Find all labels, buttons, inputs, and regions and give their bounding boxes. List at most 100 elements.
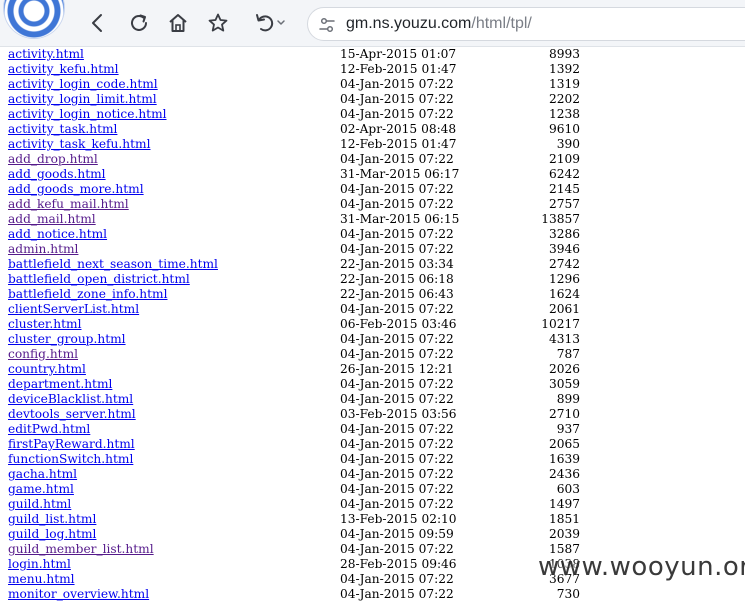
file-link[interactable]: activity_task.html [8, 122, 117, 137]
tune-icon[interactable] [318, 16, 336, 34]
file-link[interactable]: cluster_group.html [8, 332, 126, 347]
table-row: gacha.html 04-Jan-2015 07:22 2436 [8, 467, 745, 482]
file-link[interactable]: department.html [8, 377, 112, 392]
table-row: add_goods.html 31-Mar-2015 06:17 6242 [8, 167, 745, 182]
file-size: 2061 [548, 302, 580, 316]
file-modified-date: 04-Jan-2015 07:22 [340, 227, 454, 241]
favorite-button[interactable] [206, 11, 230, 35]
url-text[interactable]: gm.ns.youzu.com/html/tpl/ [346, 15, 532, 33]
file-modified-date: 04-Jan-2015 07:22 [340, 377, 454, 391]
file-size: 1624 [548, 287, 580, 301]
table-row: activity_login_limit.html 04-Jan-2015 07:… [8, 92, 745, 107]
file-link[interactable]: activity_task_kefu.html [8, 137, 150, 152]
file-link[interactable]: login.html [8, 557, 71, 572]
file-listing: activity.html 15-Apr-2015 01:07 8993 activi… [8, 47, 745, 602]
file-size: 1639 [548, 452, 580, 466]
file-modified-date: 04-Jan-2015 07:22 [340, 452, 454, 466]
file-link[interactable]: add_notice.html [8, 227, 107, 242]
file-link[interactable]: gacha.html [8, 467, 77, 482]
url-host: gm.ns.youzu.com [346, 15, 472, 32]
table-row: activity.html 15-Apr-2015 01:07 8993 [8, 47, 745, 62]
file-link[interactable]: battlefield_open_district.html [8, 272, 190, 287]
file-modified-date: 04-Jan-2015 07:22 [340, 422, 454, 436]
undo-button[interactable] [253, 11, 289, 35]
file-link[interactable]: cluster.html [8, 317, 82, 332]
file-link[interactable]: battlefield_next_season_time.html [8, 257, 218, 272]
file-modified-date: 04-Jan-2015 07:22 [340, 497, 454, 511]
watermark-text: www.wooyun.org [538, 552, 745, 582]
file-size: 2026 [548, 362, 580, 376]
file-link[interactable]: clientServerList.html [8, 302, 139, 317]
file-modified-date: 26-Jan-2015 12:21 [340, 362, 454, 376]
file-link[interactable]: battlefield_zone_info.html [8, 287, 167, 302]
file-link[interactable]: add_drop.html [8, 152, 98, 167]
reload-button[interactable] [127, 11, 151, 35]
address-bar[interactable]: gm.ns.youzu.com/html/tpl/ [307, 7, 745, 41]
file-modified-date: 04-Jan-2015 07:22 [340, 347, 454, 361]
file-size: 4313 [548, 332, 580, 346]
file-modified-date: 04-Jan-2015 09:59 [340, 527, 454, 541]
file-modified-date: 04-Jan-2015 07:22 [340, 152, 454, 166]
file-link[interactable]: add_kefu_mail.html [8, 197, 129, 212]
table-row: guild.html 04-Jan-2015 07:22 1497 [8, 497, 745, 512]
file-size: 2710 [548, 407, 580, 421]
file-link[interactable]: activity_login_code.html [8, 77, 158, 92]
file-size: 3059 [548, 377, 580, 391]
star-icon [208, 13, 228, 32]
file-link[interactable]: add_mail.html [8, 212, 96, 227]
file-size: 1851 [548, 512, 580, 526]
file-size: 2039 [548, 527, 580, 541]
browser-toolbar: gm.ns.youzu.com/html/tpl/ [0, 0, 745, 47]
table-row: config.html 04-Jan-2015 07:22 787 [8, 347, 745, 362]
file-link[interactable]: deviceBlacklist.html [8, 392, 133, 407]
table-row: activity_login_notice.html 04-Jan-2015 07… [8, 107, 745, 122]
file-modified-date: 31-Mar-2015 06:17 [340, 167, 460, 181]
file-modified-date: 04-Jan-2015 07:22 [340, 107, 454, 121]
file-size: 937 [556, 422, 580, 436]
file-link[interactable]: devtools_server.html [8, 407, 136, 422]
file-link[interactable]: activity.html [8, 47, 84, 62]
file-size: 1238 [548, 107, 580, 121]
file-link[interactable]: activity_login_notice.html [8, 107, 167, 122]
file-link[interactable]: country.html [8, 362, 86, 377]
file-link[interactable]: menu.html [8, 572, 75, 587]
file-link[interactable]: activity_login_limit.html [8, 92, 157, 107]
arrow-left-icon [92, 14, 102, 32]
table-row: activity_login_code.html 04-Jan-2015 07:2… [8, 77, 745, 92]
table-row: game.html 04-Jan-2015 07:22 603 [8, 482, 745, 497]
table-row: add_notice.html 04-Jan-2015 07:22 3286 [8, 227, 745, 242]
reload-icon [131, 14, 147, 31]
file-size: 13857 [541, 212, 580, 226]
file-link[interactable]: add_goods.html [8, 167, 106, 182]
table-row: firstPayReward.html 04-Jan-2015 07:22 2065 [8, 437, 745, 452]
table-row: battlefield_next_season_time.html 22-Jan-… [8, 257, 745, 272]
file-modified-date: 04-Jan-2015 07:22 [340, 197, 454, 211]
file-link[interactable]: guild_member_list.html [8, 542, 154, 557]
file-link[interactable]: admin.html [8, 242, 78, 257]
file-size: 3946 [548, 242, 580, 256]
file-modified-date: 02-Apr-2015 08:48 [340, 122, 457, 136]
url-path: /html/tpl/ [471, 15, 532, 32]
back-button[interactable] [86, 11, 110, 35]
file-link[interactable]: activity_kefu.html [8, 62, 119, 77]
table-row: cluster.html 06-Feb-2015 03:46 10217 [8, 317, 745, 332]
file-modified-date: 13-Feb-2015 02:10 [340, 512, 457, 526]
file-modified-date: 15-Apr-2015 01:07 [340, 47, 457, 61]
file-link[interactable]: guild_list.html [8, 512, 96, 527]
file-link[interactable]: firstPayReward.html [8, 437, 135, 452]
home-button[interactable] [166, 11, 190, 35]
file-link[interactable]: guild.html [8, 497, 71, 512]
file-modified-date: 04-Jan-2015 07:22 [340, 242, 454, 256]
file-link[interactable]: guild_log.html [8, 527, 96, 542]
file-modified-date: 04-Jan-2015 07:22 [340, 482, 454, 496]
file-link[interactable]: functionSwitch.html [8, 452, 133, 467]
file-link[interactable]: editPwd.html [8, 422, 90, 437]
file-modified-date: 04-Jan-2015 07:22 [340, 437, 454, 451]
file-link[interactable]: add_goods_more.html [8, 182, 144, 197]
table-row: add_kefu_mail.html 04-Jan-2015 07:22 2757 [8, 197, 745, 212]
table-row: country.html 26-Jan-2015 12:21 2026 [8, 362, 745, 377]
file-link[interactable]: config.html [8, 347, 78, 362]
undo-icon [256, 14, 285, 32]
table-row: cluster_group.html 04-Jan-2015 07:22 4313 [8, 332, 745, 347]
file-link[interactable]: game.html [8, 482, 74, 497]
